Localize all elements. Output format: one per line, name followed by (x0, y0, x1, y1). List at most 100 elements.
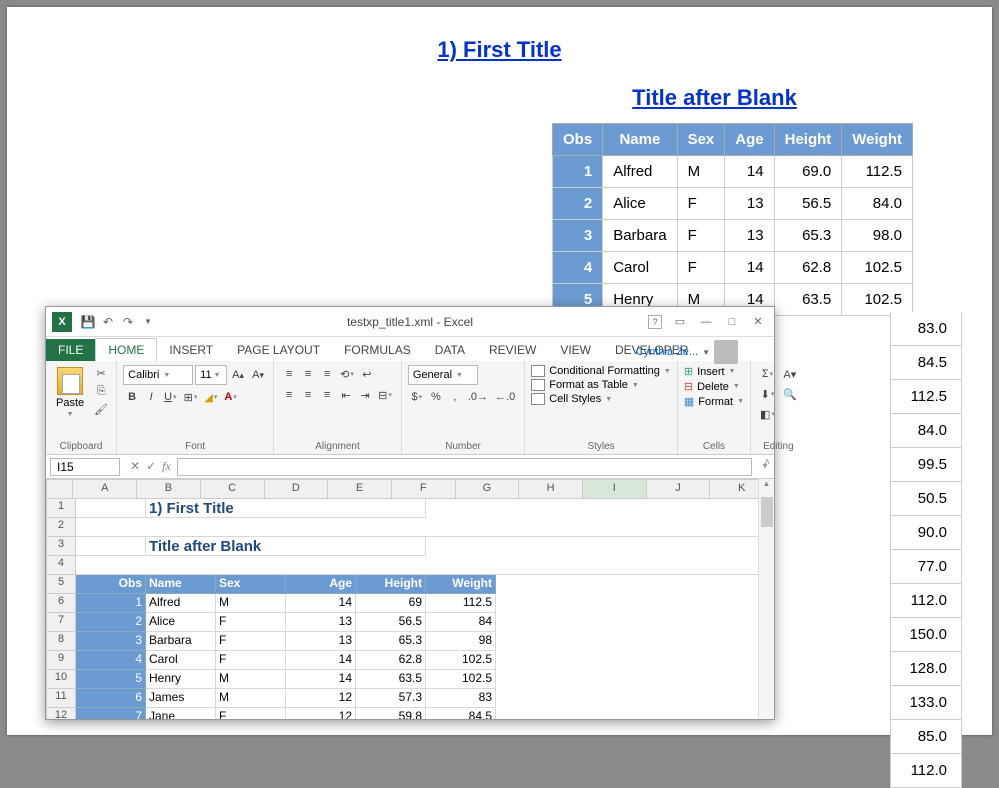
increase-font-icon[interactable]: A▴ (229, 366, 247, 384)
cell[interactable]: 13 (286, 632, 356, 651)
format-cells-button[interactable]: ▦Format▼ (684, 395, 744, 408)
cut-icon[interactable]: ✂ (92, 365, 110, 381)
fx-icon[interactable]: fx (162, 459, 171, 474)
row-header[interactable]: 8 (46, 632, 76, 651)
row-header[interactable]: 6 (46, 594, 76, 613)
col-header[interactable]: A (73, 479, 137, 499)
cell[interactable]: 59.8 (356, 708, 426, 719)
cell[interactable]: 62.8 (356, 651, 426, 670)
cell[interactable]: F (216, 613, 286, 632)
cell[interactable]: 84.5 (426, 708, 496, 719)
orientation-icon[interactable]: ⟲ (337, 365, 357, 383)
col-header[interactable]: E (328, 479, 392, 499)
cell[interactable]: 83 (426, 689, 496, 708)
cell[interactable]: F (216, 632, 286, 651)
worksheet-grid[interactable]: A B C D E F G H I J K 11) First Title 2 … (46, 479, 774, 719)
row-header[interactable]: 12 (46, 708, 76, 719)
row-header[interactable]: 5 (46, 575, 76, 594)
align-center-icon[interactable]: ≡ (299, 386, 317, 404)
border-button[interactable]: ⊞ (181, 388, 201, 406)
tab-file[interactable]: FILE (46, 339, 95, 361)
paste-button[interactable]: Paste ▼ (52, 365, 88, 420)
decrease-indent-icon[interactable]: ⇤ (337, 386, 355, 404)
cell[interactable]: Alice (146, 613, 216, 632)
close-button[interactable]: ✕ (746, 312, 770, 332)
align-left-icon[interactable]: ≡ (280, 386, 298, 404)
undo-icon[interactable]: ↶ (98, 312, 118, 332)
tab-data[interactable]: DATA (423, 339, 477, 361)
cell[interactable]: James (146, 689, 216, 708)
cell[interactable]: M (216, 594, 286, 613)
cell[interactable]: M (216, 670, 286, 689)
collapse-ribbon-icon[interactable]: ˄ (764, 457, 770, 468)
insert-cells-button[interactable]: ⊞Insert▼ (684, 365, 744, 378)
cell[interactable]: 102.5 (426, 651, 496, 670)
col-header[interactable]: G (456, 479, 520, 499)
align-bottom-icon[interactable]: ≡ (318, 365, 336, 383)
fill-icon[interactable]: ⬇ (757, 385, 778, 403)
cell-styles-button[interactable]: Cell Styles▼ (531, 393, 671, 405)
excel-app-icon[interactable]: X (52, 312, 72, 332)
align-top-icon[interactable]: ≡ (280, 365, 298, 383)
cell[interactable]: 14 (286, 594, 356, 613)
col-header[interactable]: B (137, 479, 201, 499)
cell[interactable]: 69 (356, 594, 426, 613)
scroll-up-icon[interactable]: ▲ (759, 479, 774, 495)
col-header[interactable]: C (201, 479, 265, 499)
font-size-select[interactable]: 11▼ (195, 365, 227, 385)
conditional-formatting-button[interactable]: Conditional Formatting▼ (531, 365, 671, 377)
cell[interactable]: 4 (76, 651, 146, 670)
font-color-button[interactable]: A (221, 388, 239, 406)
redo-icon[interactable]: ↷ (118, 312, 138, 332)
maximize-button[interactable]: □ (720, 312, 744, 332)
cell[interactable]: 65.3 (356, 632, 426, 651)
col-header[interactable]: J (647, 479, 711, 499)
row-header[interactable]: 7 (46, 613, 76, 632)
col-header[interactable]: F (392, 479, 456, 499)
comma-format-icon[interactable]: , (446, 388, 464, 406)
cell[interactable]: 14 (286, 651, 356, 670)
tab-page-layout[interactable]: PAGE LAYOUT (225, 339, 332, 361)
autosum-icon[interactable]: Σ (757, 365, 778, 383)
cell[interactable]: 57.3 (356, 689, 426, 708)
cell[interactable]: 3 (76, 632, 146, 651)
cell[interactable]: 84 (426, 613, 496, 632)
cell[interactable]: 2 (76, 613, 146, 632)
italic-button[interactable]: I (142, 388, 160, 406)
font-name-select[interactable]: Calibri▼ (123, 365, 193, 385)
copy-icon[interactable]: ⎘ (92, 383, 110, 399)
wrap-text-icon[interactable]: ↩ (358, 365, 376, 383)
help-icon[interactable]: ? (648, 315, 662, 329)
col-header[interactable]: H (519, 479, 583, 499)
select-all-corner[interactable] (46, 479, 73, 499)
cell[interactable]: 1 (76, 594, 146, 613)
title-bar[interactable]: X 💾 ↶ ↷ ▼ testxp_title1.xml - Excel ? ▭ … (46, 307, 774, 337)
cell[interactable]: 7 (76, 708, 146, 719)
cell[interactable]: M (216, 689, 286, 708)
merge-center-icon[interactable]: ⊟ (375, 386, 395, 404)
row-header[interactable]: 9 (46, 651, 76, 670)
bold-button[interactable]: B (123, 388, 141, 406)
row-header[interactable]: 11 (46, 689, 76, 708)
find-select-icon[interactable]: 🔍 (780, 385, 800, 403)
save-icon[interactable]: 💾 (78, 312, 98, 332)
accounting-format-icon[interactable]: $ (408, 388, 426, 406)
underline-button[interactable]: U (161, 388, 179, 406)
tab-insert[interactable]: INSERT (157, 339, 225, 361)
row-header[interactable]: 10 (46, 670, 76, 689)
clear-icon[interactable]: ◧ (757, 405, 778, 423)
cell[interactable]: 63.5 (356, 670, 426, 689)
name-box[interactable] (50, 458, 120, 476)
decrease-font-icon[interactable]: A▾ (249, 366, 267, 384)
row-header[interactable]: 3 (46, 537, 76, 556)
cell[interactable]: 12 (286, 708, 356, 719)
decrease-decimal-icon[interactable]: ←.0 (492, 388, 518, 406)
sort-filter-icon[interactable]: A▾ (780, 365, 800, 383)
minimize-button[interactable]: — (694, 312, 718, 332)
format-painter-icon[interactable]: 🖌 (92, 401, 110, 417)
vertical-scrollbar[interactable]: ▲ (758, 479, 774, 719)
cell[interactable]: Jane (146, 708, 216, 719)
cell[interactable]: 5 (76, 670, 146, 689)
cancel-formula-icon[interactable]: ✕ (130, 459, 140, 474)
increase-decimal-icon[interactable]: .0→ (465, 388, 491, 406)
